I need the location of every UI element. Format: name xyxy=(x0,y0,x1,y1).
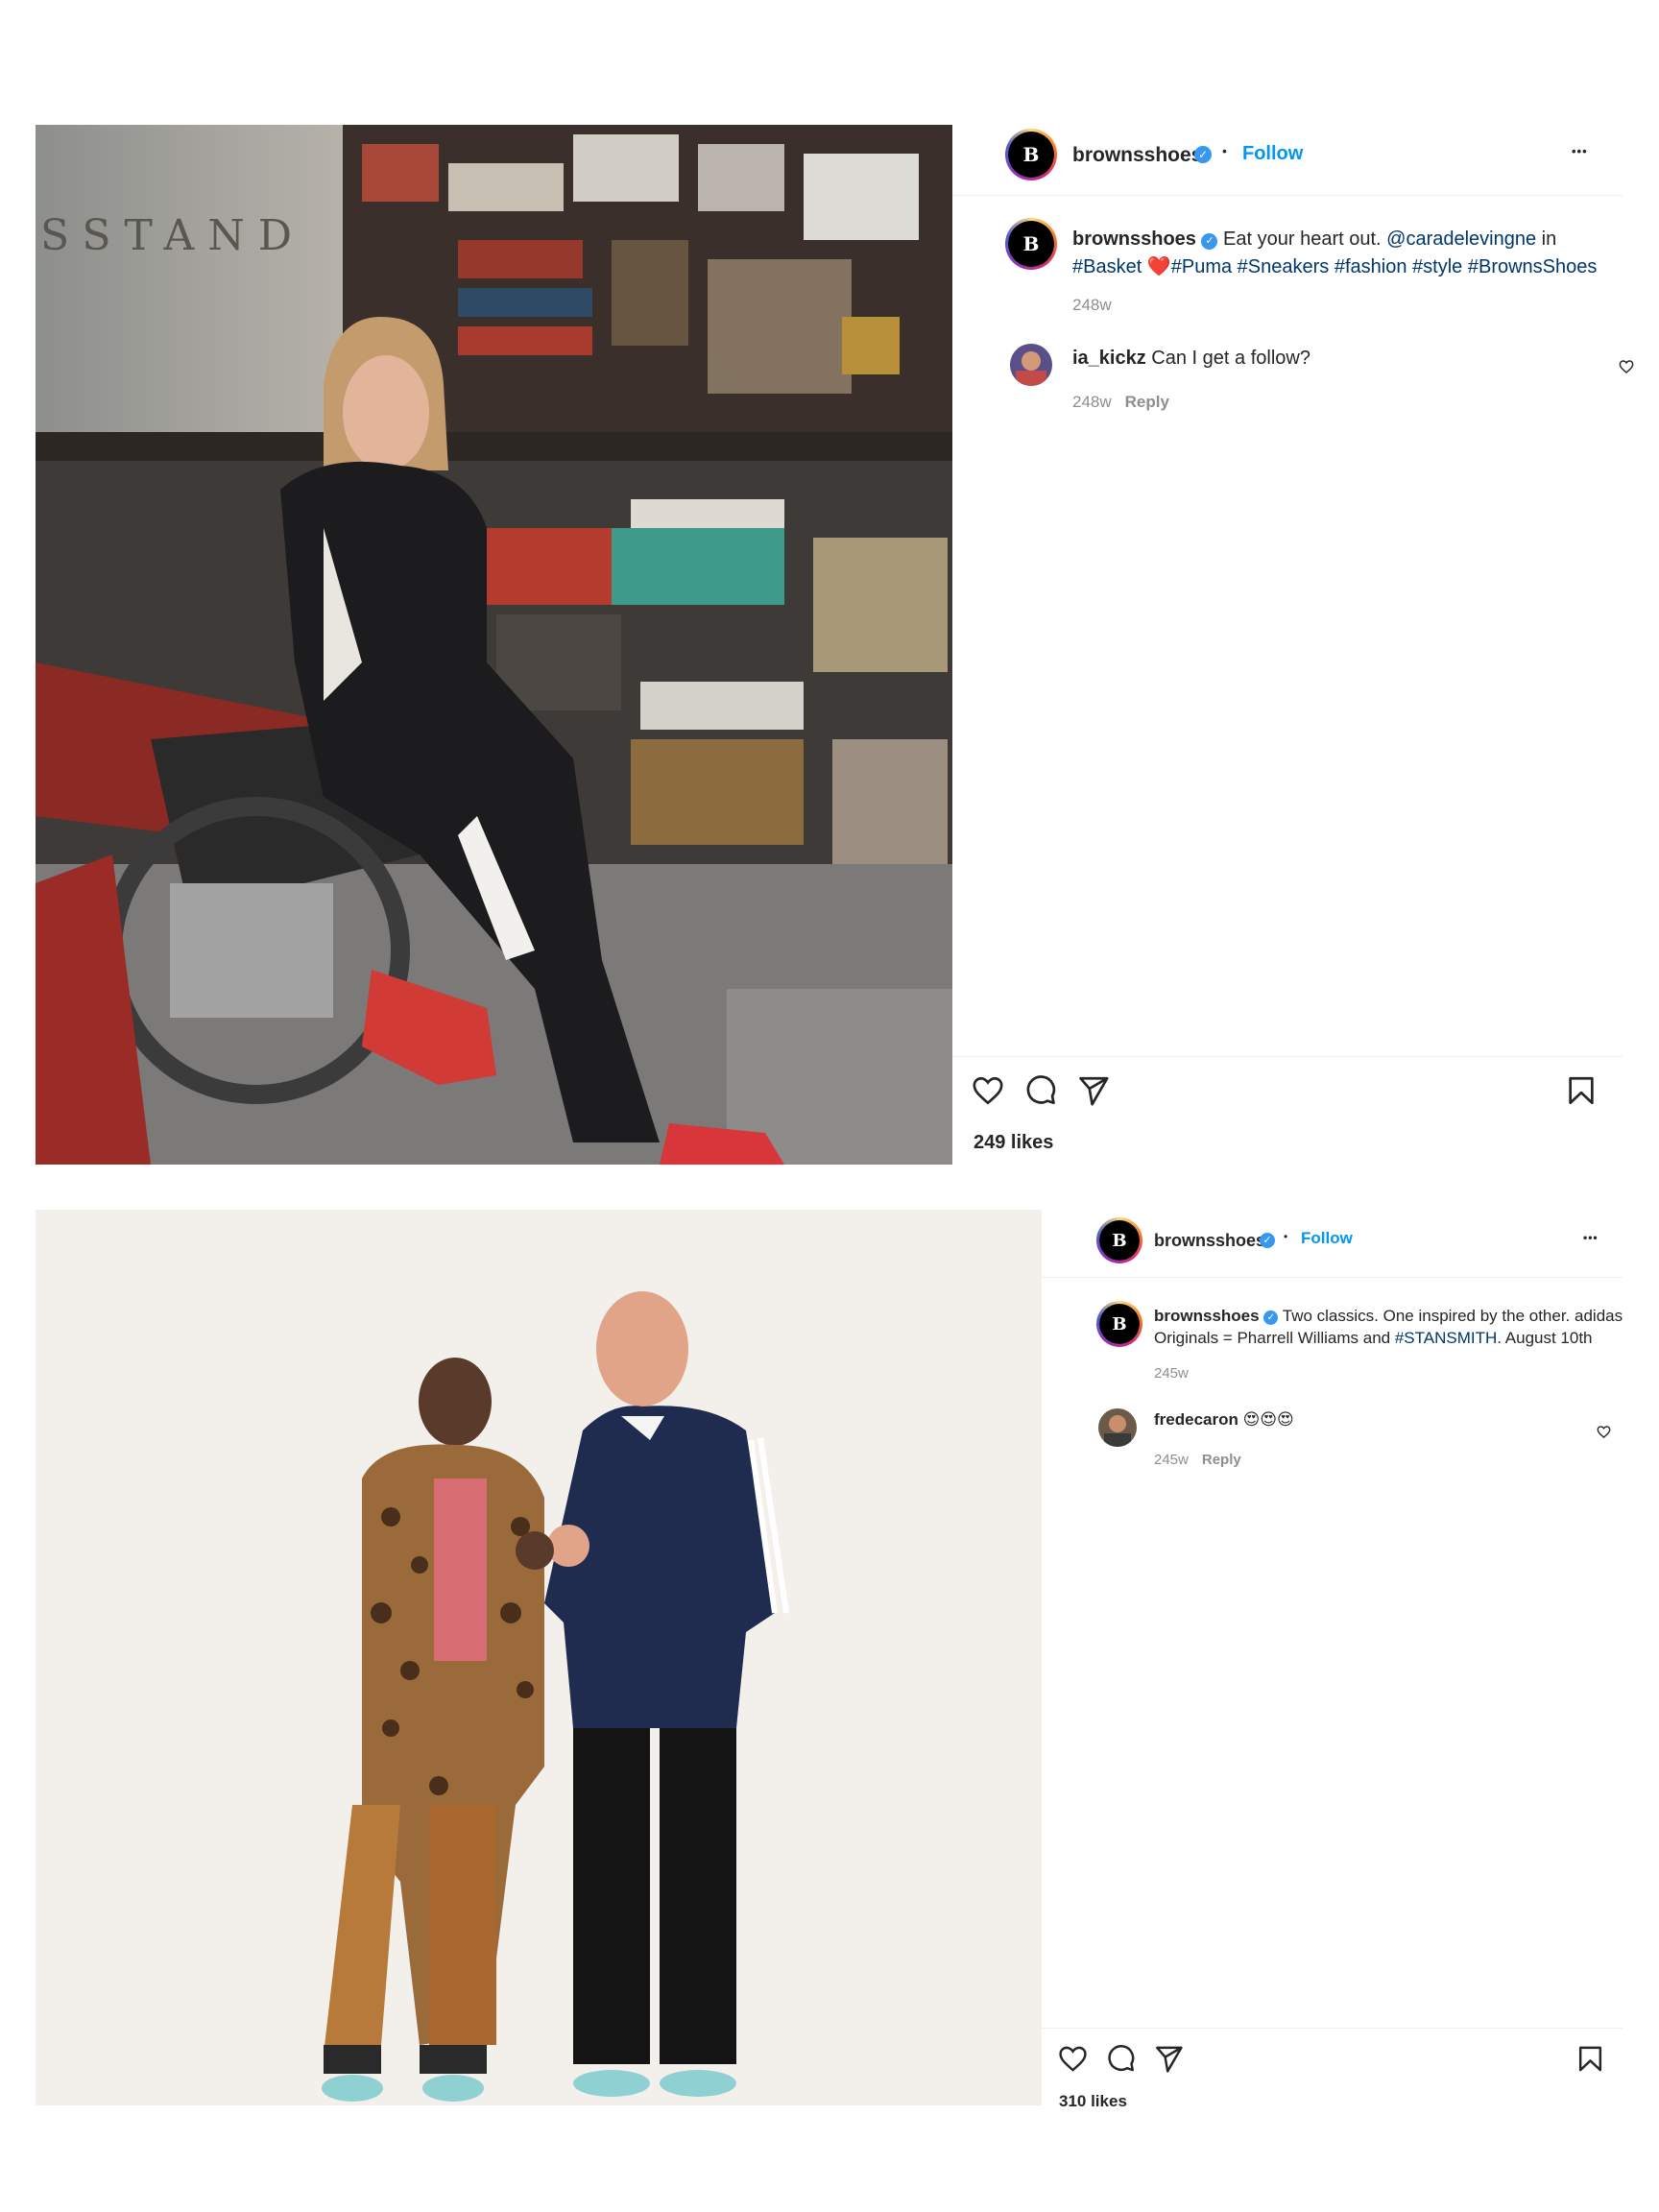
post-caption: brownsshoes ✓ Two classics. One inspired… xyxy=(1154,1306,1624,1350)
more-options-icon[interactable]: ••• xyxy=(1572,144,1588,158)
post-image[interactable]: SSTAND xyxy=(36,125,952,1165)
verified-badge-icon: ✓ xyxy=(1201,233,1218,250)
verified-badge-icon: ✓ xyxy=(1194,146,1212,163)
caption-timestamp: 245w xyxy=(1154,1365,1189,1382)
comment: fredecaron 😍😍😍 xyxy=(1154,1408,1576,1432)
more-options-icon[interactable]: ••• xyxy=(1583,1231,1599,1244)
follow-button[interactable]: Follow xyxy=(1301,1229,1353,1248)
brand-logo: B xyxy=(1099,1220,1140,1261)
action-bar: 249 likes xyxy=(952,1056,1623,1166)
caption-avatar[interactable]: B xyxy=(1005,218,1057,270)
action-bar: 310 likes xyxy=(1042,2028,1623,2106)
comment-username[interactable]: ia_kickz xyxy=(1072,348,1146,369)
verified-badge-icon: ✓ xyxy=(1263,1310,1279,1325)
caption-fragment: in xyxy=(1536,228,1557,250)
hashtag-link[interactable]: #BrownsShoes xyxy=(1468,256,1598,277)
like-heart-icon[interactable] xyxy=(972,1074,1004,1107)
likes-count[interactable]: 310 likes xyxy=(1059,2092,1127,2106)
post-sidebar: B brownsshoes ✓ • Follow ••• B brownssho… xyxy=(952,125,1634,1166)
bookmark-icon[interactable] xyxy=(1565,1074,1598,1107)
comment-text: 😍😍😍 xyxy=(1242,1410,1294,1429)
comment-meta: 248w Reply xyxy=(1072,393,1169,412)
comment: ia_kickz Can I get a follow? xyxy=(1072,345,1572,373)
caption-fragment: . August 10th xyxy=(1497,1328,1593,1347)
hashtag-link[interactable]: #Puma xyxy=(1171,256,1232,277)
caption-timestamp: 248w xyxy=(1072,296,1112,314)
caption-username[interactable]: brownsshoes xyxy=(1154,1307,1260,1325)
hashtag-link[interactable]: #Sneakers xyxy=(1238,256,1330,277)
comment-timestamp: 248w xyxy=(1072,393,1112,411)
comment-text: Can I get a follow? xyxy=(1151,348,1310,369)
caption-username[interactable]: brownsshoes xyxy=(1072,228,1196,250)
comment-timestamp: 245w xyxy=(1154,1452,1189,1468)
post-2: B brownsshoes ✓ • Follow ••• B brownssho… xyxy=(36,1210,1624,2106)
post-caption: brownsshoes ✓ Eat your heart out. @carad… xyxy=(1072,226,1610,281)
brand-logo: B xyxy=(1099,1304,1140,1344)
post-photo-studio xyxy=(36,1210,1042,2105)
post-image[interactable] xyxy=(36,1210,1042,2105)
comment-username[interactable]: fredecaron xyxy=(1154,1410,1238,1429)
follow-button[interactable]: Follow xyxy=(1242,143,1303,165)
mention-link[interactable]: @caradelevingne xyxy=(1386,228,1536,250)
account-username[interactable]: brownsshoes xyxy=(1154,1231,1265,1251)
comment-icon[interactable] xyxy=(1024,1074,1057,1107)
commenter-avatar[interactable] xyxy=(1098,1408,1137,1447)
post-sidebar: B brownsshoes ✓ • Follow ••• B brownssho… xyxy=(1042,1210,1624,2106)
caption-avatar[interactable]: B xyxy=(1096,1301,1142,1347)
hashtag-link[interactable]: #STANSMITH xyxy=(1395,1329,1497,1347)
caption-fragment: Eat your heart out. xyxy=(1223,228,1387,250)
reply-button[interactable]: Reply xyxy=(1125,393,1169,411)
account-username[interactable]: brownsshoes xyxy=(1072,144,1202,167)
share-icon[interactable] xyxy=(1154,2044,1184,2074)
hashtag-link[interactable]: #fashion xyxy=(1334,256,1407,277)
post-1: SSTAND B brownsshoes ✓ • Follow ••• B br… xyxy=(36,125,1634,1166)
reply-button[interactable]: Reply xyxy=(1202,1452,1241,1468)
brand-logo: B xyxy=(1008,221,1054,267)
hashtag-link[interactable]: #Basket xyxy=(1072,256,1142,277)
svg-text:SSTAND: SSTAND xyxy=(40,211,305,260)
brand-logo: B xyxy=(1008,132,1054,178)
post-header: B brownsshoes ✓ • Follow ••• xyxy=(952,125,1623,196)
heart-emoji: ❤️ xyxy=(1146,256,1171,277)
comment-heart-icon[interactable] xyxy=(1619,359,1634,374)
post-header: B brownsshoes ✓ • Follow ••• xyxy=(1042,1210,1623,1278)
separator-dot: • xyxy=(1222,143,1227,158)
likes-count[interactable]: 249 likes xyxy=(974,1132,1053,1154)
share-icon[interactable] xyxy=(1077,1074,1110,1107)
account-avatar[interactable]: B xyxy=(1005,129,1057,180)
bookmark-icon[interactable] xyxy=(1575,2044,1605,2074)
comment-meta: 245w Reply xyxy=(1154,1452,1241,1468)
separator-dot: • xyxy=(1284,1230,1288,1243)
hashtag-link[interactable]: #style xyxy=(1412,256,1462,277)
verified-badge-icon: ✓ xyxy=(1260,1233,1275,1248)
post-photo-newsstand: SSTAND xyxy=(36,125,952,1165)
like-heart-icon[interactable] xyxy=(1058,2044,1088,2074)
account-avatar[interactable]: B xyxy=(1096,1217,1142,1263)
comment-icon[interactable] xyxy=(1106,2044,1136,2074)
commenter-avatar[interactable] xyxy=(1010,344,1052,386)
comment-heart-icon[interactable] xyxy=(1597,1425,1611,1439)
